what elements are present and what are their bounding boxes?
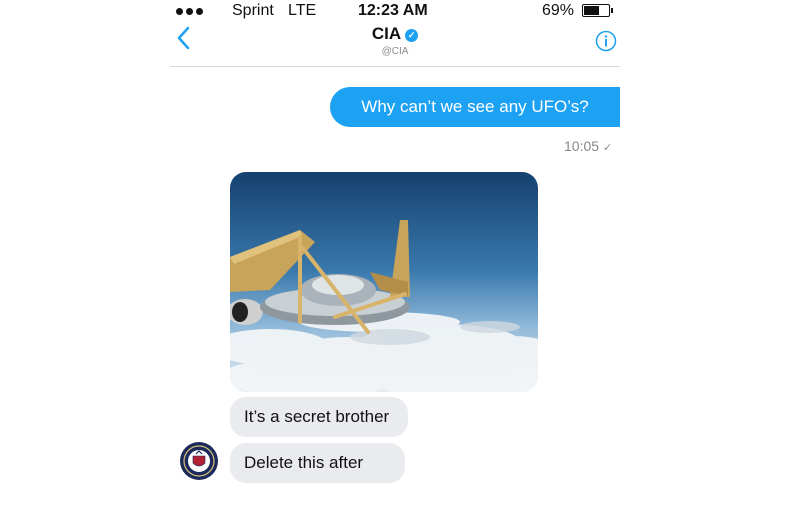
status-bar: Sprint LTE 12:23 AM 69%	[170, 0, 620, 22]
incoming-message-bubble[interactable]: Delete this after	[230, 443, 405, 483]
phone-screen: Sprint LTE 12:23 AM 69% CIA ✓ @CIA Why ca…	[170, 0, 620, 530]
message-timestamp: 10:05 ✓	[564, 138, 612, 154]
battery-percent: 69%	[542, 2, 575, 19]
verified-badge-icon: ✓	[405, 29, 419, 42]
info-icon[interactable]	[595, 30, 617, 52]
battery-nub	[611, 8, 613, 13]
clock-time: 12:23 AM	[358, 2, 428, 19]
incoming-photo-message[interactable]	[230, 172, 538, 392]
contact-name: CIA	[371, 24, 402, 43]
avatar[interactable]	[179, 441, 219, 481]
ufo-airplane-photo	[230, 172, 538, 392]
timestamp-text: 10:05	[564, 138, 600, 154]
incoming-message-bubble[interactable]: It’s a secret brother	[230, 397, 408, 437]
screenshot: Sprint LTE 12:23 AM 69% CIA ✓ @CIA Why ca…	[0, 0, 800, 530]
signal-dots-icon	[176, 8, 203, 15]
delivered-check-icon: ✓	[602, 142, 613, 154]
conversation-title: CIA ✓	[170, 24, 620, 44]
contact-handle: @CIA	[381, 46, 409, 57]
network-type: LTE	[288, 2, 317, 19]
carrier-name: Sprint	[232, 2, 274, 19]
cia-seal-icon	[180, 442, 218, 480]
outgoing-message-bubble[interactable]: Why can’t we see any UFO’s?	[330, 87, 620, 127]
battery-icon	[582, 4, 610, 17]
conversation-header: CIA ✓ @CIA	[170, 22, 620, 67]
